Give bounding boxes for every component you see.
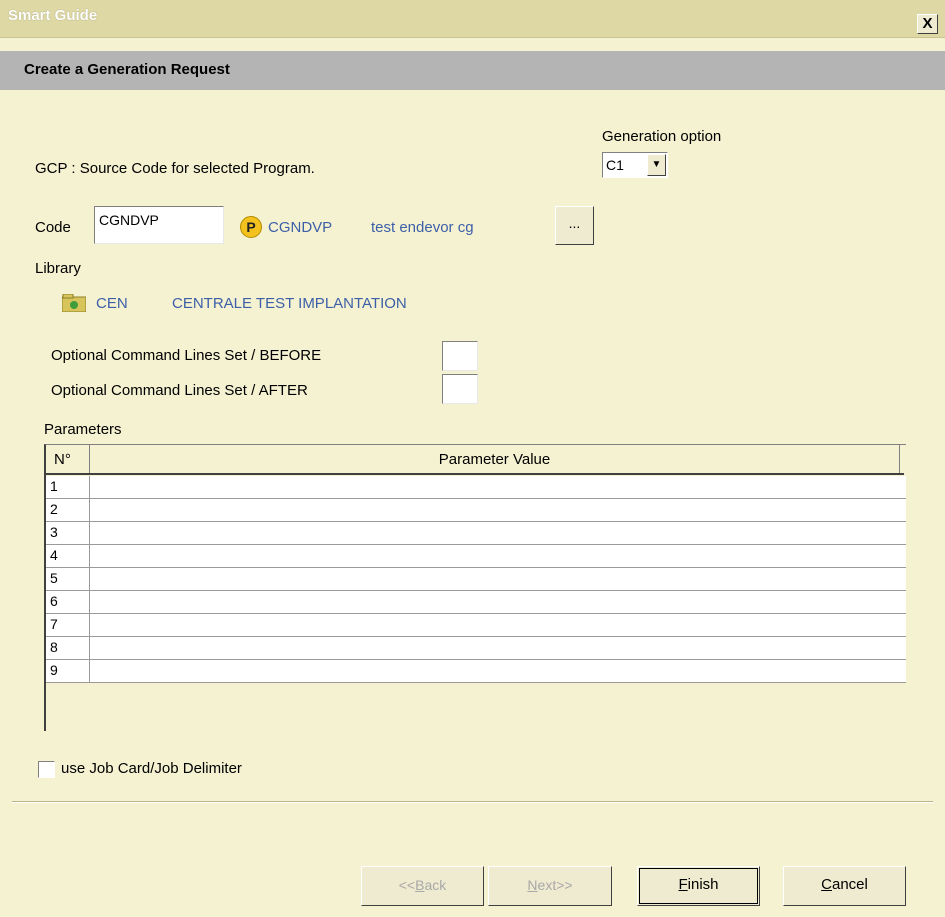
browse-button[interactable]: ...: [555, 206, 594, 245]
description-text: GCP : Source Code for selected Program.: [35, 160, 315, 177]
row-number: 7: [46, 614, 90, 636]
back-button[interactable]: <<Back: [361, 866, 484, 906]
parameter-value-cell[interactable]: [91, 591, 906, 613]
parameter-value-cell[interactable]: [91, 568, 906, 590]
back-prefix: <<: [398, 877, 416, 893]
back-rest: ack: [424, 877, 447, 893]
parameter-value-cell[interactable]: [91, 545, 906, 567]
chevron-down-icon[interactable]: ▼: [647, 154, 666, 176]
table-row[interactable]: 4: [46, 545, 906, 568]
optional-after-label: Optional Command Lines Set / AFTER: [51, 382, 308, 399]
entity-name-link[interactable]: CGNDVP: [268, 219, 332, 236]
table-row[interactable]: 1: [46, 476, 906, 499]
optional-after-input[interactable]: [442, 374, 478, 404]
generation-option-label: Generation option: [602, 128, 722, 145]
code-input-value: CGNDVP: [99, 212, 159, 228]
cancel-rest: ancel: [831, 876, 868, 893]
table-row[interactable]: 5: [46, 568, 906, 591]
row-number: 6: [46, 591, 90, 613]
page-title: Create a Generation Request: [24, 61, 230, 78]
next-button[interactable]: Next>>: [488, 866, 612, 906]
entity-description-link[interactable]: test endevor cg: [371, 219, 474, 236]
table-body: 1 2 3 4 5 6 7 8 9: [46, 476, 906, 683]
parameter-value-cell[interactable]: [91, 522, 906, 544]
table-row[interactable]: 9: [46, 660, 906, 683]
row-number: 9: [46, 660, 90, 682]
cancel-button[interactable]: Cancel: [783, 866, 906, 906]
generation-option-select[interactable]: C1 ▼: [602, 152, 668, 178]
page-header: Create a Generation Request: [0, 51, 945, 90]
row-number: 3: [46, 522, 90, 544]
job-card-checkbox[interactable]: [38, 761, 55, 778]
parameter-value-cell[interactable]: [91, 499, 906, 521]
title-bar: Smart Guide X: [0, 0, 945, 38]
column-header-number[interactable]: N°: [46, 445, 90, 473]
finish-rest: inish: [687, 876, 719, 893]
window-title: Smart Guide: [8, 7, 98, 24]
finish-button[interactable]: Finish: [637, 866, 760, 906]
row-number: 1: [46, 476, 90, 498]
divider: [12, 801, 933, 803]
row-number: 2: [46, 499, 90, 521]
optional-before-label: Optional Command Lines Set / BEFORE: [51, 347, 322, 364]
parameter-value-cell[interactable]: [91, 660, 906, 682]
table-row[interactable]: 2: [46, 499, 906, 522]
next-mnemonic: N: [527, 877, 538, 893]
parameters-label: Parameters: [44, 421, 122, 438]
library-name-link[interactable]: CENTRALE TEST IMPLANTATION: [172, 295, 407, 312]
library-folder-icon: [62, 294, 86, 312]
row-number: 5: [46, 568, 90, 590]
cancel-mnemonic: C: [821, 876, 832, 893]
next-rest: ext>>: [537, 877, 573, 893]
optional-before-input[interactable]: [442, 341, 478, 371]
table-row[interactable]: 7: [46, 614, 906, 637]
finish-mnemonic: F: [678, 876, 688, 893]
row-number: 4: [46, 545, 90, 567]
parameter-value-cell[interactable]: [91, 614, 906, 636]
job-card-label: use Job Card/Job Delimiter: [61, 760, 242, 777]
parameter-value-cell[interactable]: [91, 637, 906, 659]
table-row[interactable]: 6: [46, 591, 906, 614]
parameters-table: N° Parameter Value 1 2 3 4 5 6 7 8 9: [44, 444, 906, 731]
close-button[interactable]: X: [917, 14, 938, 34]
parameter-value-cell[interactable]: [91, 476, 906, 498]
code-input[interactable]: CGNDVP: [94, 206, 224, 244]
code-label: Code: [35, 219, 71, 236]
program-icon: P: [240, 216, 262, 238]
column-header-value[interactable]: Parameter Value: [90, 445, 900, 473]
table-row[interactable]: 8: [46, 637, 906, 660]
row-number: 8: [46, 637, 90, 659]
generation-option-value: C1: [606, 157, 624, 173]
library-code-link[interactable]: CEN: [96, 295, 128, 312]
table-header: N° Parameter Value: [46, 445, 904, 475]
library-label: Library: [35, 260, 81, 277]
table-row[interactable]: 3: [46, 522, 906, 545]
